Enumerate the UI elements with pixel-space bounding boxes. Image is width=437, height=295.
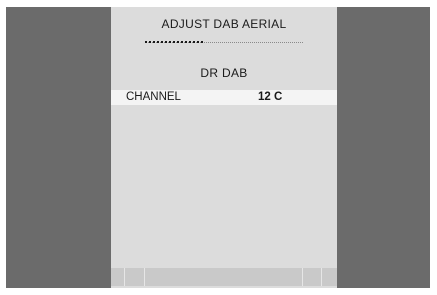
station-name: DR DAB [200,66,248,80]
menu-title: ADJUST DAB AERIAL [161,17,287,31]
bottom-status-bar [111,268,337,286]
channel-value[interactable]: 12 C [258,91,282,103]
bottom-bar-divider [302,268,303,286]
tv-screen: ADJUST DAB AERIAL DR DAB CHANNEL 12 C [6,7,430,288]
signal-strength-fill [145,41,203,43]
channel-label: CHANNEL [126,91,181,103]
bottom-bar-divider [144,268,145,286]
menu-panel: ADJUST DAB AERIAL DR DAB CHANNEL 12 C [111,7,337,288]
bottom-bar-divider [321,268,322,286]
menu-row-channel[interactable]: CHANNEL 12 C [111,90,337,105]
bottom-bar-divider [124,268,125,286]
